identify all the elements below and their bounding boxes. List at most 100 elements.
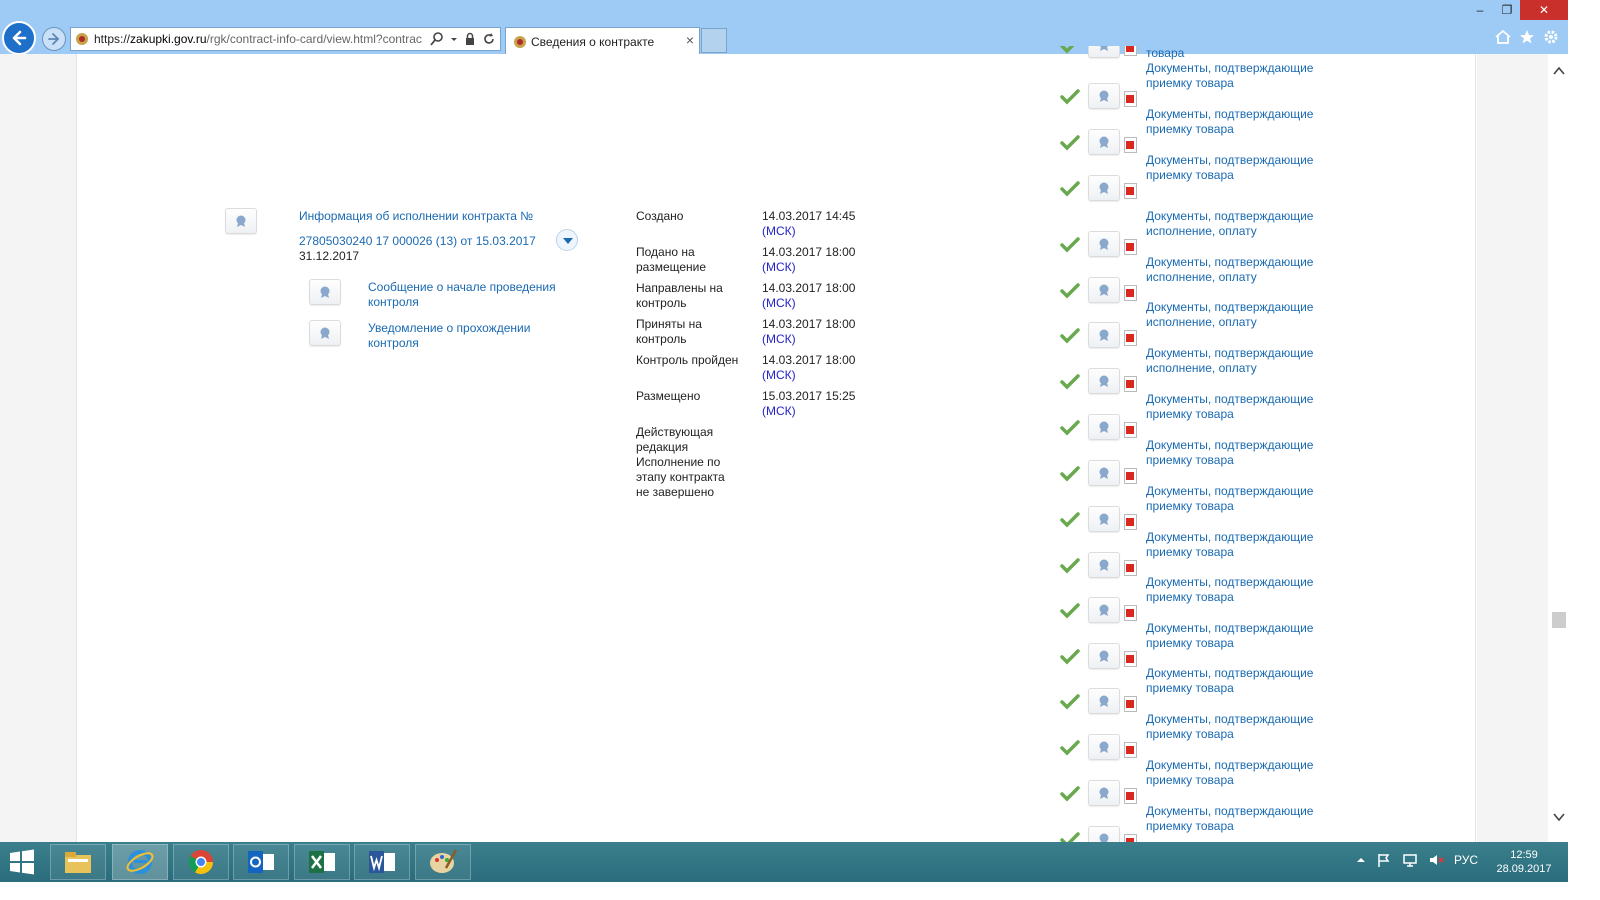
document-link[interactable]: Документы, подтверждающие приемку товара — [1146, 758, 1316, 788]
taskbar-explorer[interactable] — [50, 844, 106, 880]
taskbar-excel[interactable] — [294, 844, 350, 880]
pdf-file-icon[interactable] — [1124, 422, 1137, 438]
document-link[interactable]: Документы, подтверждающие приемку товара — [1146, 666, 1316, 696]
document-seal-icon[interactable] — [1088, 597, 1120, 623]
pdf-file-icon[interactable] — [1124, 468, 1137, 484]
document-seal-icon[interactable] — [1088, 460, 1120, 486]
minimize-button[interactable]: – — [1466, 0, 1494, 20]
windows-logo-icon — [10, 849, 34, 875]
volume-muted-icon[interactable] — [1428, 852, 1444, 868]
pdf-file-icon[interactable] — [1124, 742, 1137, 758]
start-button[interactable] — [4, 848, 40, 876]
pdf-file-icon[interactable] — [1124, 137, 1137, 153]
scroll-down-icon[interactable] — [1553, 812, 1565, 822]
favorites-star-icon[interactable] — [1518, 28, 1536, 46]
refresh-icon[interactable] — [482, 31, 496, 47]
document-link[interactable]: Документы, подтверждающие приемку товара — [1146, 484, 1316, 514]
checkmark-icon — [1060, 328, 1080, 344]
document-link[interactable]: Документы, подтверждающие приемку товара — [1146, 438, 1316, 468]
pdf-file-icon[interactable] — [1124, 330, 1137, 346]
document-link[interactable]: Документы, подтверждающие приемку товара — [1146, 530, 1316, 560]
document-seal-icon[interactable] — [1088, 83, 1120, 109]
document-link[interactable]: Документы, подтверждающие приемку товара — [1146, 392, 1316, 422]
document-seal-icon[interactable] — [1088, 322, 1120, 348]
subitem-link[interactable]: Сообщение о начале проведения контроля — [368, 280, 578, 310]
status-value: 14.03.2017 18:00 (МСК) — [762, 281, 882, 311]
search-icon[interactable] — [430, 31, 444, 47]
document-seal-icon[interactable] — [1088, 734, 1120, 760]
language-indicator[interactable]: РУС — [1454, 853, 1478, 867]
record-number-link[interactable]: 27805030240 17 000026 (13) от 15.03.2017 — [299, 234, 536, 248]
clock[interactable]: 12:59 28.09.2017 — [1492, 848, 1556, 876]
pdf-file-icon[interactable] — [1124, 46, 1137, 56]
checkmark-icon — [1060, 694, 1080, 710]
pdf-file-icon[interactable] — [1124, 183, 1137, 199]
pdf-file-icon[interactable] — [1124, 696, 1137, 712]
document-seal-icon[interactable] — [1088, 175, 1120, 201]
expand-button[interactable] — [556, 229, 578, 251]
pdf-file-icon[interactable] — [1124, 788, 1137, 804]
document-link[interactable]: Документы, подтверждающие исполнение, оп… — [1146, 300, 1316, 330]
home-icon[interactable] — [1494, 28, 1512, 46]
new-tab-button[interactable] — [701, 28, 727, 53]
pdf-file-icon[interactable] — [1124, 560, 1137, 576]
pdf-file-icon[interactable] — [1124, 239, 1137, 255]
page-scrollbar[interactable] — [1549, 54, 1568, 842]
show-hidden-icons-icon[interactable] — [1356, 855, 1366, 865]
document-row: Документы, подтверждающие приемку товара — [1060, 758, 1320, 806]
pdf-file-icon[interactable] — [1124, 376, 1137, 392]
document-link[interactable]: Документы, подтверждающие приемку товара — [1146, 712, 1316, 742]
document-seal-icon[interactable] — [1088, 46, 1120, 58]
status-value: 14.03.2017 18:00 (МСК) — [762, 353, 882, 383]
dropdown-arrow-icon[interactable] — [450, 31, 458, 47]
document-link[interactable]: Документы, подтверждающие исполнение, оп… — [1146, 209, 1316, 239]
document-seal-icon[interactable] — [1088, 688, 1120, 714]
address-bar[interactable]: https://zakupki.gov.ru/rgk/contract-info… — [70, 27, 501, 51]
network-icon[interactable] — [1402, 852, 1418, 868]
document-link[interactable]: Документы, подтверждающие приемку товара — [1146, 107, 1316, 137]
pdf-file-icon[interactable] — [1124, 651, 1137, 667]
taskbar-chrome[interactable] — [173, 844, 229, 880]
record-document-icon[interactable] — [225, 208, 257, 234]
document-link[interactable]: Документы, подтверждающие приемку товара — [1146, 804, 1316, 834]
document-link[interactable]: Документы, подтверждающие приемку товара — [1146, 61, 1316, 91]
document-link[interactable]: Документы, подтверждающие приемку товара — [1146, 153, 1316, 183]
tab-close-button[interactable]: × — [686, 32, 694, 48]
subitem-document-icon[interactable] — [309, 320, 341, 346]
tab-contract-info[interactable]: Сведения о контракте × — [505, 27, 700, 54]
forward-button[interactable] — [42, 27, 66, 51]
document-link[interactable]: Документы, подтверждающие исполнение, оп… — [1146, 346, 1316, 376]
document-link[interactable]: Документы, подтверждающие приемку товара — [1146, 575, 1316, 605]
record-title-link[interactable]: Информация об исполнении контракта № — [299, 209, 533, 223]
lock-icon[interactable] — [464, 31, 476, 47]
flag-icon[interactable] — [1376, 852, 1392, 868]
taskbar-internet-explorer[interactable] — [112, 844, 168, 880]
document-seal-icon[interactable] — [1088, 231, 1120, 257]
subitem-link[interactable]: Уведомление о прохождении контроля — [368, 321, 578, 351]
document-seal-icon[interactable] — [1088, 506, 1120, 532]
pdf-file-icon[interactable] — [1124, 514, 1137, 530]
document-link[interactable]: товара — [1146, 46, 1316, 60]
taskbar-paint[interactable] — [415, 844, 471, 880]
restore-button[interactable]: ❐ — [1493, 0, 1521, 20]
taskbar-outlook[interactable] — [233, 844, 289, 880]
document-seal-icon[interactable] — [1088, 129, 1120, 155]
document-seal-icon[interactable] — [1088, 780, 1120, 806]
scroll-up-icon[interactable] — [1553, 66, 1565, 76]
folder-icon — [65, 852, 91, 873]
document-seal-icon[interactable] — [1088, 368, 1120, 394]
document-link[interactable]: Документы, подтверждающие исполнение, оп… — [1146, 255, 1316, 285]
url-text[interactable]: https://zakupki.gov.ru/rgk/contract-info… — [94, 32, 432, 46]
status-label: Размещено — [636, 389, 701, 403]
pdf-file-icon[interactable] — [1124, 285, 1137, 301]
gear-icon[interactable] — [1542, 28, 1560, 46]
close-window-button[interactable]: ✕ — [1520, 0, 1568, 20]
subitem-document-icon[interactable] — [309, 279, 341, 305]
back-button[interactable] — [2, 21, 36, 55]
scroll-thumb[interactable] — [1552, 612, 1566, 628]
pdf-file-icon[interactable] — [1124, 91, 1137, 107]
taskbar-word[interactable] — [354, 844, 410, 880]
pdf-file-icon[interactable] — [1124, 605, 1137, 621]
document-seal-icon[interactable] — [1088, 414, 1120, 440]
document-link[interactable]: Документы, подтверждающие приемку товара — [1146, 621, 1316, 651]
